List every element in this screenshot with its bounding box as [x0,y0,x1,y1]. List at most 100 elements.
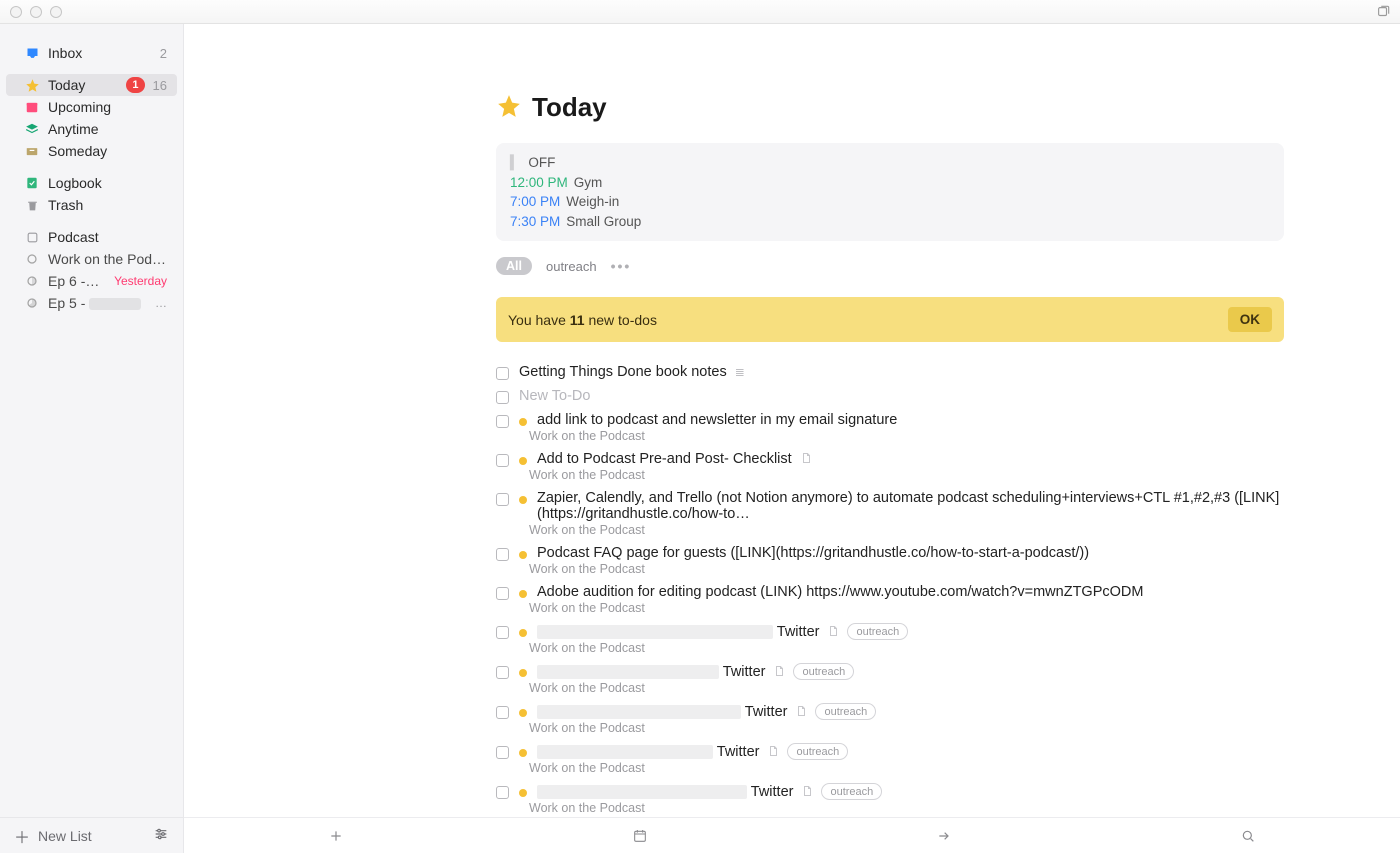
sched-label: Small Group [566,212,641,232]
todo-tag[interactable]: outreach [787,743,848,760]
sched-off: OFF [528,153,555,173]
sidebar-count: 2 [160,46,167,61]
search-button[interactable] [1238,828,1258,844]
todo-checkbox[interactable] [496,746,509,759]
today-dot-icon [519,457,527,465]
today-badge: 1 [126,77,144,93]
project-progress-icon [24,275,40,287]
today-dot-icon [519,551,527,559]
todo-item[interactable]: Twitter outreachWork on the Podcast [496,619,1284,659]
sidebar-item-trash[interactable]: Trash [6,194,177,216]
todo-list: Getting Things Done book notes≣ New To-Do… [496,360,1284,817]
todo-project: Work on the Podcast [529,601,1284,615]
todo-item[interactable]: TwitteroutreachWork on the Podcast [496,699,1284,739]
settings-icon[interactable] [153,826,169,845]
todo-checkbox[interactable] [496,786,509,799]
close-window-button[interactable] [10,6,22,18]
more-filters-icon[interactable]: ••• [611,258,632,274]
sidebar-label: Logbook [48,175,167,191]
content-scroll[interactable]: Today ▍OFF 12:00 PM Gym7:00 PM Weigh-in7… [184,24,1400,817]
todo-tag[interactable]: outreach [815,703,876,720]
multiwindow-icon[interactable] [1376,5,1390,19]
new-list-button[interactable]: New List [38,828,92,844]
today-dot-icon [519,418,527,426]
sched-label: Gym [574,173,603,193]
sidebar-item-someday[interactable]: Someday [6,140,177,162]
todo-checkbox[interactable] [496,454,509,467]
todo-checkbox[interactable] [496,666,509,679]
todo-item[interactable]: Podcast FAQ page for guests ([LINK](http… [496,541,1284,580]
todo-item[interactable]: TwitteroutreachWork on the Podcast [496,739,1284,779]
star-icon [496,93,522,122]
filter-row: All outreach ••• [496,257,1284,275]
todo-title: Twitter [537,624,819,640]
sidebar-project-ep5[interactable]: Ep 5 - … [6,292,177,314]
window-titlebar [0,0,1400,24]
new-todo-button[interactable] [326,828,346,844]
note-icon [767,744,779,760]
todo-checkbox[interactable] [496,391,509,404]
today-dot-icon [519,789,527,797]
sidebar-label: Podcast [48,229,167,245]
sidebar-area-podcast[interactable]: Podcast [6,226,177,248]
sidebar-item-upcoming[interactable]: Upcoming [6,96,177,118]
schedule-button[interactable] [630,828,650,844]
sched-time: 12:00 PM [510,173,568,193]
todo-tag[interactable]: outreach [821,783,882,800]
minimize-window-button[interactable] [30,6,42,18]
todo-checkbox[interactable] [496,493,509,506]
todo-project: Work on the Podcast [529,523,1284,537]
project-progress-icon [24,297,40,309]
checklist-icon: ≣ [735,365,745,379]
stack-icon [24,122,40,136]
todo-project: Work on the Podcast [529,641,1284,655]
today-dot-icon [519,669,527,677]
sidebar-item-today[interactable]: Today 1 16 [6,74,177,96]
zoom-window-button[interactable] [50,6,62,18]
todo-project: Work on the Podcast [529,681,1284,695]
sched-label: Weigh-in [566,192,619,212]
sidebar-item-anytime[interactable]: Anytime [6,118,177,140]
todo-item[interactable]: Zapier, Calendly, and Trello (not Notion… [496,486,1284,541]
todo-checkbox[interactable] [496,706,509,719]
note-icon [800,451,812,467]
sidebar-item-logbook[interactable]: Logbook [6,172,177,194]
sidebar-label: Upcoming [48,99,167,115]
filter-tag[interactable]: outreach [546,259,597,274]
todo-tag[interactable]: outreach [793,663,854,680]
sidebar-item-inbox[interactable]: Inbox 2 [6,42,177,64]
todo-checkbox[interactable] [496,587,509,600]
todo-checkbox[interactable] [496,367,509,380]
todo-checkbox[interactable] [496,626,509,639]
today-dot-icon [519,590,527,598]
sidebar-project-ep6[interactable]: Ep 6 -… Yesterday [6,270,177,292]
sidebar-project-work[interactable]: Work on the Podc… [6,248,177,270]
redacted-text [89,298,141,310]
todo-item[interactable]: TwitteroutreachWork on the Podcast [496,779,1284,817]
sidebar-label: Inbox [48,45,156,61]
todo-title: Adobe audition for editing podcast (LINK… [537,584,1143,600]
todo-item[interactable]: New To-Do [496,384,1284,408]
banner-ok-button[interactable]: OK [1228,307,1272,332]
sidebar-label: Work on the Podc… [48,251,167,267]
todo-item[interactable]: Adobe audition for editing podcast (LINK… [496,580,1284,619]
todo-tag[interactable]: outreach [847,623,908,640]
todo-title: Add to Podcast Pre-and Post- Checklist [537,451,792,467]
todo-title: New To-Do [519,388,590,404]
todo-checkbox[interactable] [496,415,509,428]
today-dot-icon [519,629,527,637]
todo-item[interactable]: Add to Podcast Pre-and Post- ChecklistWo… [496,447,1284,486]
page-title: Today [532,92,607,123]
todo-item[interactable]: add link to podcast and newsletter in my… [496,408,1284,447]
redacted-text [537,745,713,759]
filter-all[interactable]: All [496,257,532,275]
sidebar-label: Ep 6 -… [48,273,114,289]
todo-checkbox[interactable] [496,548,509,561]
drawer-icon [24,144,40,158]
todo-item[interactable]: TwitteroutreachWork on the Podcast [496,659,1284,699]
todo-item[interactable]: Getting Things Done book notes≣ [496,360,1284,384]
note-icon [795,704,807,720]
move-button[interactable] [934,828,954,844]
plus-icon: ＋ [14,824,30,848]
schedule-card: ▍OFF 12:00 PM Gym7:00 PM Weigh-in7:30 PM… [496,143,1284,241]
